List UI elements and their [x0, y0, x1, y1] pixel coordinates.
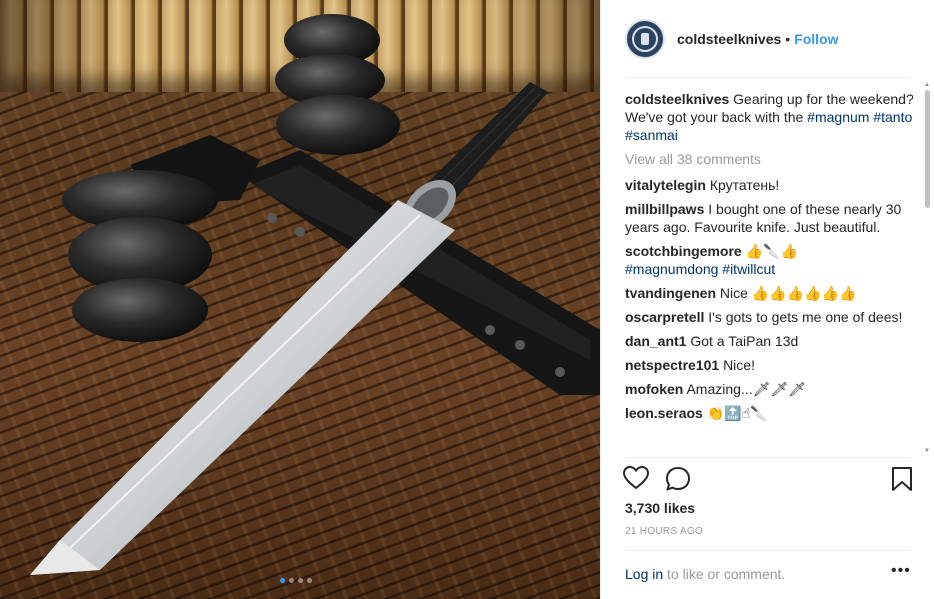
comment-item: tvandingenen Nice 👍👍👍👍👍👍 [625, 284, 915, 302]
login-link[interactable]: Log in [625, 566, 663, 582]
comment-text: 👏🔝☝🔪 [706, 405, 768, 421]
comment-item: dan_ant1 Got a TaiPan 13d [625, 332, 915, 350]
comment-username[interactable]: millbillpaws [625, 201, 704, 217]
comment-username[interactable]: oscarpretell [625, 309, 704, 325]
post-caption: coldsteelknives Gearing up for the weeke… [625, 90, 915, 144]
avatar[interactable] [625, 19, 665, 59]
comment-item: mofoken Amazing...🗡🗡🗡 [625, 380, 915, 398]
comment-item: netspectre101 Nice! [625, 356, 915, 374]
carousel-indicator [280, 578, 312, 583]
comment-username[interactable]: leon.seraos [625, 405, 703, 421]
carousel-dot[interactable] [289, 578, 294, 583]
scroll-thumb[interactable] [925, 90, 930, 208]
post-photo[interactable] [0, 0, 600, 599]
hashtag-link[interactable]: #sanmai [625, 127, 678, 143]
comment-text: 👍🔪👍 [745, 243, 798, 259]
comment-username[interactable]: tvandingenen [625, 285, 716, 301]
comment-username[interactable]: netspectre101 [625, 357, 719, 373]
likes-count[interactable]: 3,730 likes [625, 500, 695, 516]
bookmark-icon[interactable] [891, 466, 913, 492]
follow-button[interactable]: Follow [794, 31, 838, 47]
post-timestamp: 21 HOURS AGO [625, 526, 704, 537]
comment-text: I's gots to gets me one of dees! [708, 309, 903, 325]
carousel-dot-active[interactable] [280, 578, 285, 583]
comment-item: scotchbingemore 👍🔪👍 #magnumdong #itwillc… [625, 242, 915, 278]
comment-item: millbillpaws I bought one of these nearl… [625, 200, 915, 236]
post-header: coldsteelknives • Follow [601, 0, 934, 78]
header-separator: • [785, 31, 791, 47]
footer-divider [625, 550, 911, 551]
header-divider [625, 77, 911, 78]
hashtag-link[interactable]: #magnum [807, 109, 869, 125]
carousel-dot[interactable] [307, 578, 312, 583]
comment-text: Amazing...🗡🗡🗡 [686, 381, 806, 397]
knife-illustration [30, 14, 600, 575]
carousel-dot[interactable] [298, 578, 303, 583]
hashtag-link[interactable]: #magnumdong #itwillcut [625, 261, 775, 277]
comment-text: Got a TaiPan 13d [690, 333, 799, 349]
comment-username[interactable]: vitalytelegin [625, 177, 706, 193]
login-prompt-text: to like or comment. [663, 566, 786, 582]
action-bar [623, 466, 913, 496]
login-prompt: Log in to like or comment. [625, 566, 785, 582]
comment-item: oscarpretell I's gots to gets me one of … [625, 308, 915, 326]
scroll-up-arrow-icon[interactable]: ▲ [924, 82, 930, 88]
caption-username[interactable]: coldsteelknives [625, 91, 729, 107]
comment-username[interactable]: dan_ant1 [625, 333, 686, 349]
comments-list[interactable]: coldsteelknives Gearing up for the weeke… [625, 90, 915, 455]
heart-icon[interactable] [623, 466, 649, 490]
header-username[interactable]: coldsteelknives [677, 31, 781, 47]
post-panel: coldsteelknives • Follow coldsteelknives… [600, 0, 934, 599]
comment-text: Nice 👍👍👍👍👍👍 [719, 285, 857, 301]
hashtag-link[interactable]: #tanto [873, 109, 912, 125]
comment-item: leon.seraos 👏🔝☝🔪 [625, 404, 915, 422]
scroll-down-arrow-icon[interactable]: ▼ [924, 448, 930, 454]
comment-item: vitalytelegin Крутатень! [625, 176, 915, 194]
comment-text: Крутатень! [709, 177, 780, 193]
comments-scrollbar[interactable]: ▲ ▼ [923, 82, 931, 455]
comment-username[interactable]: scotchbingemore [625, 243, 742, 259]
view-all-comments-link[interactable]: View all 38 comments [625, 150, 915, 168]
comment-username[interactable]: mofoken [625, 381, 683, 397]
comment-icon[interactable] [665, 466, 691, 492]
more-options-icon[interactable]: ••• [891, 562, 911, 580]
comment-text: Nice! [723, 357, 755, 373]
comments-divider [625, 457, 911, 458]
